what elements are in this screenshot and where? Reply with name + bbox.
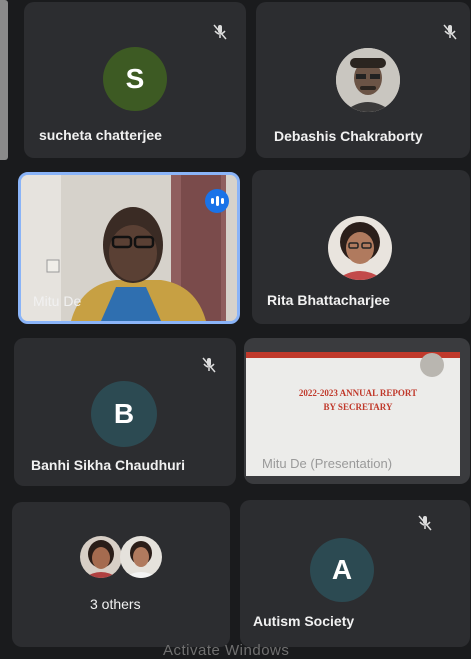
avatar-photo <box>120 536 162 578</box>
mic-off-icon <box>418 515 432 531</box>
others-tile[interactable]: 3 others <box>12 502 230 647</box>
presentation-caption: Mitu De (Presentation) <box>262 456 393 471</box>
participant-name: Banhi Sikha Chaudhuri <box>31 457 186 473</box>
slide-title: 2022-2023 ANNUAL REPORT BY SECRETARY <box>298 388 418 412</box>
activate-windows-watermark: Activate Windows <box>163 642 290 659</box>
mic-off-icon <box>443 24 457 40</box>
mic-off-icon <box>213 24 227 40</box>
left-edge-handle <box>0 0 8 160</box>
participant-name: Autism Society <box>253 613 355 629</box>
participant-tile-sucheta[interactable]: S sucheta chatterjee <box>24 2 246 158</box>
avatar: A <box>310 538 374 602</box>
speaking-indicator-icon <box>205 189 229 213</box>
pin-icon[interactable] <box>420 353 444 377</box>
avatar: B <box>91 381 157 447</box>
mic-off-icon <box>202 357 216 373</box>
avatar-initial: A <box>331 554 353 585</box>
participant-name: Rita Bhattacharjee <box>267 292 390 308</box>
participant-name: sucheta chatterjee <box>39 127 162 143</box>
avatar-photo <box>336 48 400 112</box>
presentation-tile[interactable]: 2022-2023 ANNUAL REPORT BY SECRETARY Mit… <box>244 338 470 484</box>
avatar-initial: B <box>113 398 135 429</box>
avatar-initial: S <box>125 63 145 94</box>
others-label: 3 others <box>90 596 141 612</box>
participant-tile-rita[interactable]: Rita Bhattacharjee <box>252 170 470 324</box>
participant-tile-mitu[interactable]: Mitu De <box>18 172 240 324</box>
participant-tile-banhi[interactable]: B Banhi Sikha Chaudhuri <box>14 338 236 486</box>
avatar: S <box>103 47 167 111</box>
participant-tile-debashis[interactable]: Debashis Chakraborty <box>256 2 470 158</box>
avatar-photo <box>80 536 122 578</box>
participant-name: Mitu De <box>33 293 82 309</box>
avatar-photo <box>328 216 392 280</box>
participant-tile-autism-society[interactable]: A Autism Society <box>240 500 470 647</box>
participant-name: Debashis Chakraborty <box>274 128 423 144</box>
